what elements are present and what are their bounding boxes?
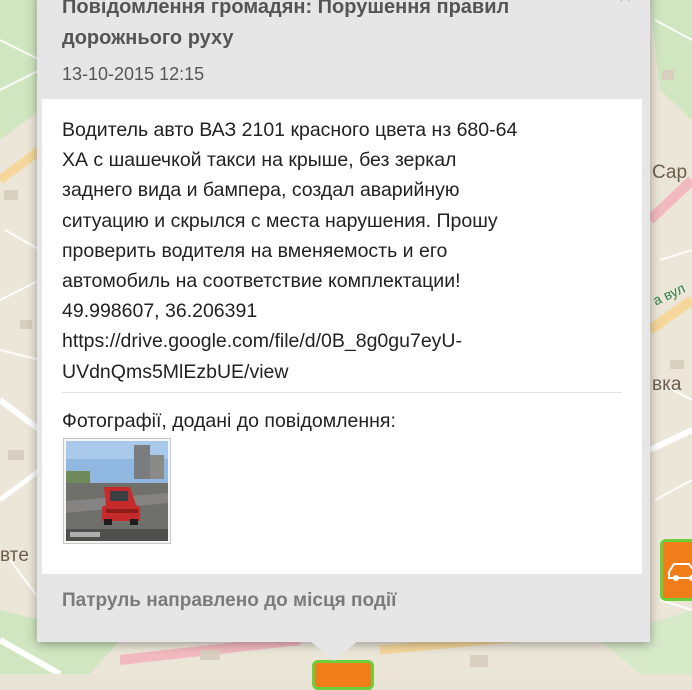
photo-thumbnail[interactable] (63, 438, 171, 544)
incident-popup: × Повідомлення громадян: Порушення прави… (37, 0, 650, 642)
divider (62, 392, 622, 393)
popup-title: Повідомлення громадян: Порушення правил … (62, 0, 510, 49)
close-icon[interactable]: × (614, 0, 636, 4)
popup-date: 13-10-2015 12:15 (62, 64, 205, 84)
popup-body: Водитель авто ВАЗ 2101 красного цвета нз… (42, 99, 642, 574)
incident-marker[interactable] (660, 539, 692, 601)
car-icon (668, 563, 692, 581)
photo-image (66, 441, 168, 541)
incident-description: Водитель авто ВАЗ 2101 красного цвета нз… (62, 119, 518, 383)
popup-pointer (310, 641, 358, 661)
map-label: Сар (652, 162, 688, 183)
photos-label: Фотографії, додані до повідомлення: (62, 410, 396, 432)
incident-status: Патруль направлено до місця події (62, 590, 397, 611)
map-label: втe (0, 545, 29, 566)
incident-marker-selected[interactable] (312, 660, 374, 690)
map-label: вка (652, 374, 682, 395)
